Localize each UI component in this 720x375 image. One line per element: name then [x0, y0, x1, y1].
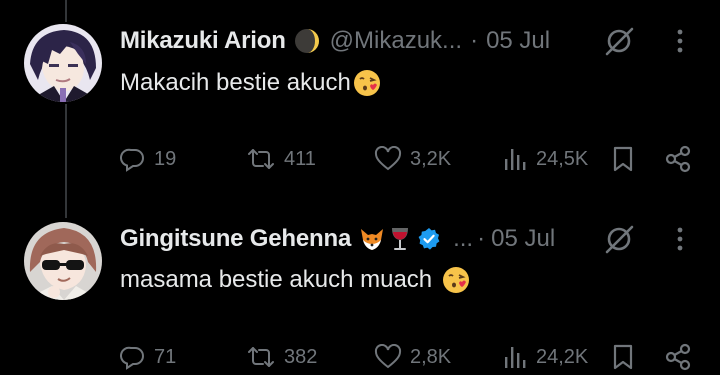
tweet-text: Makacih bestie akuch [120, 66, 381, 100]
avatar[interactable] [24, 222, 102, 300]
timestamp[interactable]: 05 Jul [486, 27, 550, 55]
tweet-text: masama bestie akuch muach [120, 263, 470, 297]
repost-count: 411 [284, 147, 316, 170]
like-count: 2,8K [410, 345, 452, 368]
handle[interactable]: ... [453, 225, 473, 253]
tweet[interactable]: Gingitsune Gehenna ... · 05 Jul masama b… [0, 222, 720, 375]
more-options-icon[interactable] [668, 222, 692, 256]
share-button[interactable] [664, 142, 692, 176]
tweet-header: Mikazuki Arion @Mikazuk... · 05 Jul [120, 24, 550, 58]
bookmark-button[interactable] [611, 142, 635, 176]
display-name[interactable]: Mikazuki Arion [120, 27, 286, 55]
face-blowing-kiss-icon [442, 266, 470, 294]
avatar[interactable] [24, 24, 102, 102]
tweet-header: Gingitsune Gehenna ... · 05 Jul [120, 222, 555, 256]
view-count: 24,5K [536, 147, 589, 170]
handle[interactable]: @Mikazuk... [330, 27, 462, 55]
tweet-actions: 19 411 3,2K 24,5K [120, 142, 700, 176]
separator: · [470, 27, 479, 54]
tweet-actions: 71 382 2,8K 24,2K [120, 340, 700, 374]
grok-icon[interactable] [603, 222, 635, 256]
repost-button[interactable]: 382 [246, 340, 317, 374]
views-button[interactable]: 24,5K [502, 142, 588, 176]
fox-face-icon [359, 226, 385, 252]
tweet-text-content: masama bestie akuch muach [120, 266, 433, 293]
more-options-icon[interactable] [668, 24, 692, 58]
separator: · [477, 225, 486, 252]
face-blowing-kiss-icon [353, 69, 381, 97]
wine-glass-icon [389, 226, 411, 252]
like-count: 3,2K [410, 147, 452, 170]
bookmark-button[interactable] [611, 340, 635, 374]
display-name[interactable]: Gingitsune Gehenna [120, 225, 351, 253]
reply-button[interactable]: 71 [120, 340, 176, 374]
like-button[interactable]: 2,8K [374, 340, 451, 374]
timestamp[interactable]: 05 Jul [491, 225, 555, 253]
crescent-moon-icon [294, 28, 320, 54]
verified-badge-icon[interactable] [417, 227, 441, 251]
grok-icon[interactable] [603, 24, 635, 58]
repost-button[interactable]: 411 [246, 142, 316, 176]
reply-button[interactable]: 19 [120, 142, 176, 176]
like-button[interactable]: 3,2K [374, 142, 451, 176]
repost-count: 382 [284, 345, 318, 368]
tweet-text-content: Makacih bestie akuch [120, 69, 351, 96]
thread-line-top [65, 0, 67, 22]
tweet[interactable]: Mikazuki Arion @Mikazuk... · 05 Jul Maka… [0, 24, 720, 184]
view-count: 24,2K [536, 345, 589, 368]
reply-count: 19 [154, 147, 177, 170]
views-button[interactable]: 24,2K [502, 340, 588, 374]
share-button[interactable] [664, 340, 692, 374]
reply-count: 71 [154, 345, 177, 368]
